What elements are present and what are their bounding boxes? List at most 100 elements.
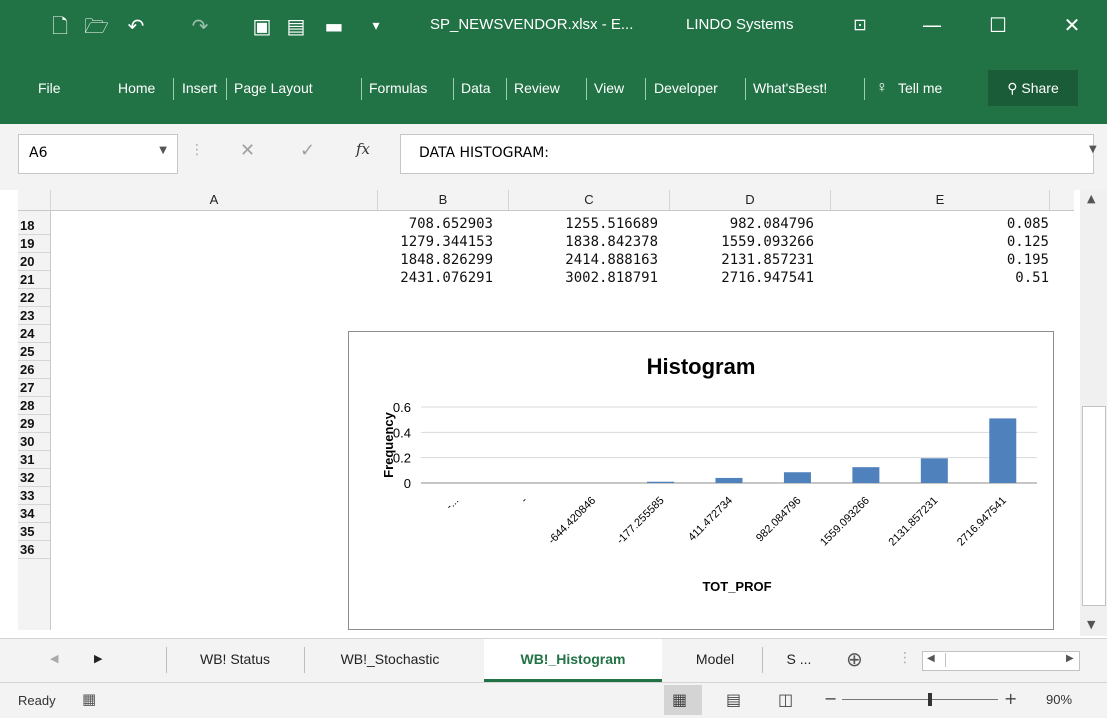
tab-data[interactable]: Data (461, 68, 491, 108)
tell-me-search[interactable]: Tell me (898, 68, 942, 108)
scroll-thumb[interactable] (1082, 406, 1106, 606)
cell-c-row-19[interactable]: 1838.842378 (498, 233, 658, 251)
vertical-scrollbar[interactable]: ▲ ▼ (1080, 190, 1107, 636)
row-header[interactable]: 19 (18, 235, 50, 253)
row-header[interactable]: 26 (18, 361, 50, 379)
zoom-in-icon[interactable]: + (1004, 689, 1017, 708)
column-header-c[interactable]: C (509, 190, 670, 210)
row-header[interactable]: 35 (18, 523, 50, 541)
zoom-slider-track[interactable] (842, 699, 998, 700)
worksheet-grid[interactable]: A B C D E 18 19 20 21 22 23 24 25 26 27 28 29 30 31 32… (18, 190, 1074, 630)
row-header[interactable]: 25 (18, 343, 50, 361)
sheet-tab-more[interactable]: S ... (768, 639, 830, 679)
row-header[interactable]: 20 (18, 253, 50, 271)
tab-page-layout[interactable]: Page Layout (234, 68, 313, 108)
scroll-up-icon[interactable]: ▲ (1087, 192, 1095, 205)
row-header[interactable]: 29 (18, 415, 50, 433)
new-file-icon[interactable]: 🗋 (48, 14, 72, 38)
normal-view-icon[interactable]: ▦ (672, 690, 687, 709)
cell-e-row-18[interactable]: 0.085 (889, 215, 1049, 233)
zoom-slider-thumb[interactable] (928, 693, 932, 706)
splitter-icon[interactable]: ⋮ (898, 650, 912, 666)
cell-d-row-20[interactable]: 2131.857231 (654, 251, 814, 269)
chevron-down-icon[interactable]: ▼ (159, 145, 167, 156)
cell-b-row-18[interactable]: 708.652903 (333, 215, 493, 233)
cell-c-row-21[interactable]: 3002.818791 (498, 269, 658, 287)
maximize-icon[interactable]: ☐ (978, 8, 1018, 42)
tab-view[interactable]: View (594, 68, 624, 108)
zoom-out-icon[interactable]: − (824, 689, 837, 708)
row-header[interactable]: 23 (18, 307, 50, 325)
cell-c-row-18[interactable]: 1255.516689 (498, 215, 658, 233)
redo-icon[interactable]: ↷ (188, 14, 212, 38)
row-header[interactable]: 34 (18, 505, 50, 523)
row-header[interactable]: 36 (18, 541, 50, 559)
tab-home[interactable]: Home (118, 68, 155, 108)
tab-formulas[interactable]: Formulas (369, 68, 427, 108)
cell-b-row-19[interactable]: 1279.344153 (333, 233, 493, 251)
tab-scroll-right-icon[interactable]: ▶ (94, 652, 102, 665)
macro-record-icon[interactable]: ▦ (82, 690, 96, 708)
row-header[interactable]: 27 (18, 379, 50, 397)
page-break-view-icon[interactable]: ◫ (778, 690, 793, 709)
cell-d-row-19[interactable]: 1559.093266 (654, 233, 814, 251)
tab-developer[interactable]: Developer (654, 68, 718, 108)
cell-e-row-19[interactable]: 0.125 (889, 233, 1049, 251)
tab-review[interactable]: Review (514, 68, 560, 108)
minimize-icon[interactable]: — (912, 8, 952, 42)
cancel-icon[interactable]: ✕ (240, 140, 255, 161)
tab-insert[interactable]: Insert (182, 68, 217, 108)
zoom-level[interactable]: 90% (1046, 692, 1072, 707)
histogram-chart[interactable]: Histogram 0 0.2 0.4 0.6 Frequency -... - -644.42… (348, 331, 1054, 630)
cell-d-row-21[interactable]: 2716.947541 (654, 269, 814, 287)
row-header[interactable]: 22 (18, 289, 50, 307)
column-header-a[interactable]: A (51, 190, 378, 210)
cell-e-row-20[interactable]: 0.195 (889, 251, 1049, 269)
save-icon[interactable]: ▣ (250, 14, 274, 38)
scroll-down-icon[interactable]: ▼ (1087, 618, 1095, 631)
close-icon[interactable]: ✕ (1052, 8, 1092, 42)
row-header[interactable]: 33 (18, 487, 50, 505)
sheet-tab-status[interactable]: WB! Status (170, 639, 300, 679)
save-as-icon[interactable]: ▤ (284, 14, 308, 38)
tab-file[interactable]: File (38, 68, 61, 108)
column-header-b[interactable]: B (378, 190, 509, 210)
horizontal-scrollbar[interactable]: ◀ ▶ (922, 651, 1080, 671)
cell-c-row-20[interactable]: 2414.888163 (498, 251, 658, 269)
row-header[interactable]: 18 (18, 217, 50, 235)
row-header[interactable]: 24 (18, 325, 50, 343)
formula-input[interactable]: DATA HISTOGRAM: (400, 134, 1094, 174)
hscroll-right-icon[interactable]: ▶ (1066, 653, 1074, 664)
tab-whatsbest[interactable]: What'sBest! (753, 68, 827, 108)
expand-formula-icon[interactable]: ▼ (1089, 144, 1097, 155)
cell-e-row-21[interactable]: 0.51 (889, 269, 1049, 287)
column-header-d[interactable]: D (670, 190, 831, 210)
cell-b-row-20[interactable]: 1848.826299 (333, 251, 493, 269)
cell-d-row-18[interactable]: 982.084796 (654, 215, 814, 233)
undo-icon[interactable]: ↶ (124, 14, 148, 38)
row-header[interactable]: 32 (18, 469, 50, 487)
open-folder-icon[interactable]: 🗁 (84, 14, 109, 38)
row-header[interactable]: 30 (18, 433, 50, 451)
page-layout-view-icon[interactable]: ▤ (726, 690, 741, 709)
tab-scroll-left-icon[interactable]: ◀ (50, 652, 58, 665)
enter-icon[interactable]: ✓ (300, 140, 315, 161)
row-header[interactable]: 28 (18, 397, 50, 415)
customize-qat-icon[interactable]: ▾ (364, 14, 388, 38)
cell-b-row-21[interactable]: 2431.076291 (333, 269, 493, 287)
share-button[interactable]: ⚲ Share (988, 70, 1078, 106)
name-box[interactable]: A6 ▼ (18, 134, 178, 174)
hscroll-thumb[interactable] (945, 653, 1032, 667)
sheet-tab-histogram[interactable]: WB!_Histogram (484, 639, 662, 682)
column-header-e[interactable]: E (831, 190, 1050, 210)
row-header[interactable]: 31 (18, 451, 50, 469)
ribbon-display-icon[interactable]: ⊡ (840, 8, 880, 42)
row-header[interactable]: 21 (18, 271, 50, 289)
select-all-corner[interactable] (18, 190, 51, 210)
add-sheet-icon[interactable]: ⊕ (846, 647, 863, 671)
hscroll-left-icon[interactable]: ◀ (927, 653, 935, 664)
insert-function-icon[interactable]: fx (356, 140, 370, 158)
sheet-tab-model[interactable]: Model (672, 639, 758, 679)
folder-icon[interactable]: ▬ (322, 14, 346, 38)
sheet-tab-stochastic[interactable]: WB!_Stochastic (308, 639, 472, 679)
